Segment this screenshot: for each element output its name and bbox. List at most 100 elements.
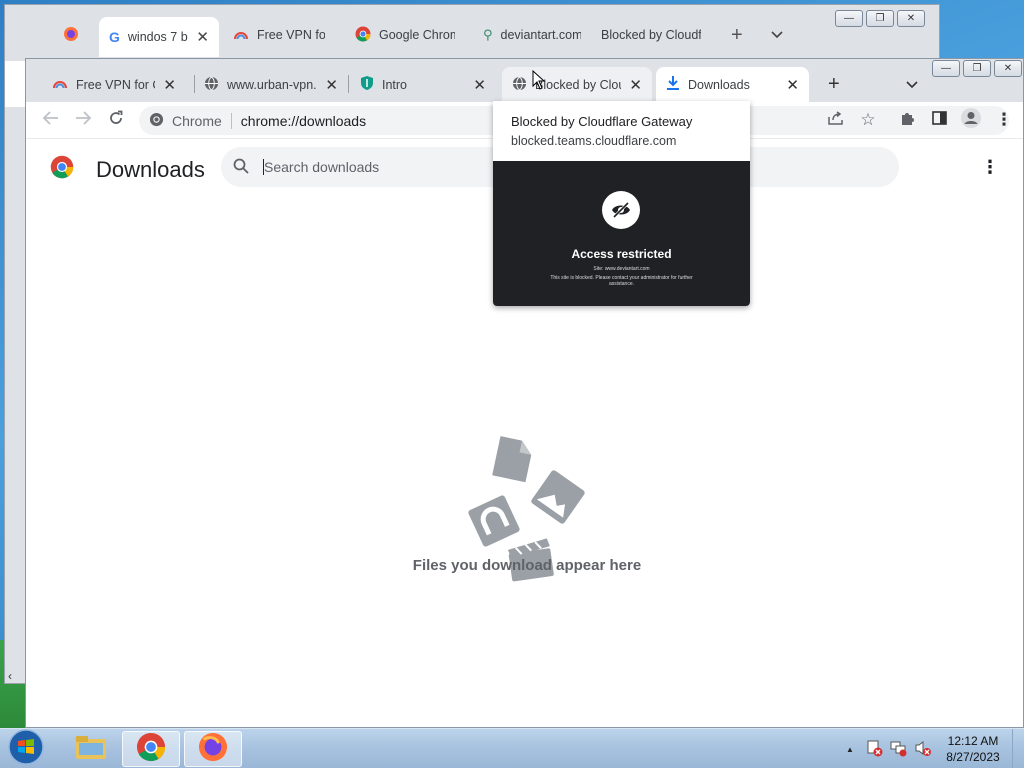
tab-label: Free VPN for C xyxy=(257,28,325,42)
close-tab-icon[interactable]: ✕ xyxy=(473,76,486,94)
tab-urban-vpn[interactable]: www.urban-vpn.c ✕ xyxy=(194,67,348,102)
omnibox-divider xyxy=(230,112,232,129)
chrome-icon xyxy=(136,732,166,767)
plus-icon: + xyxy=(828,73,840,95)
tab-separator xyxy=(348,75,349,93)
clock-time: 12:12 AM xyxy=(947,734,999,748)
restore-icon: ❐ xyxy=(875,13,885,24)
avatar-icon xyxy=(960,107,982,134)
tab-hover-card: Blocked by Cloudflare Gateway blocked.te… xyxy=(493,101,750,306)
tab-downloads[interactable]: Downloads ✕ xyxy=(656,67,809,102)
start-button[interactable] xyxy=(6,728,46,767)
page-title: Downloads xyxy=(96,157,205,182)
extensions-button[interactable] xyxy=(896,108,920,132)
back-button[interactable] xyxy=(39,108,63,132)
tab-firefox[interactable] xyxy=(53,15,101,55)
new-tab-button[interactable]: + xyxy=(818,67,846,102)
plus-icon: + xyxy=(731,23,743,46)
kebab-menu-icon: ⋮ xyxy=(995,110,1013,129)
rainbow-icon xyxy=(233,28,249,43)
close-icon: ✕ xyxy=(906,13,916,24)
tab-free-vpn[interactable]: Free VPN for C xyxy=(223,15,335,55)
globe-icon xyxy=(512,76,527,94)
search-downloads-placeholder: Search downloads xyxy=(264,159,380,175)
firefox-icon xyxy=(198,732,228,767)
new-tab-button[interactable]: + xyxy=(721,15,749,55)
shield-icon xyxy=(360,75,374,94)
tab-label: Free VPN for Chr xyxy=(76,77,155,92)
firefox-icon xyxy=(63,26,79,45)
side-panel-icon xyxy=(931,110,947,130)
hover-card-url: blocked.teams.cloudflare.com xyxy=(511,134,677,148)
tab-blocked-by-cloudflare[interactable]: Blocked by Clouc ✕ xyxy=(502,67,652,102)
chrome-icon xyxy=(355,26,371,45)
taskbar-chrome[interactable] xyxy=(122,731,180,767)
tab-label: www.urban-vpn.c xyxy=(227,77,318,92)
minimize-button[interactable]: — xyxy=(835,10,863,27)
bookmark-star-button[interactable]: ☆ xyxy=(856,108,880,132)
network-tray-icon[interactable] xyxy=(890,739,908,760)
close-tab-icon[interactable]: ✕ xyxy=(786,76,799,94)
close-window-button[interactable]: ✕ xyxy=(897,10,925,27)
hover-card-title: Blocked by Cloudflare Gateway xyxy=(511,114,693,129)
close-window-button[interactable]: ✕ xyxy=(994,60,1022,77)
tab-free-vpn-for-chrome[interactable]: Free VPN for Chr ✕ xyxy=(42,67,186,102)
scroll-left-arrow-icon[interactable]: ‹ xyxy=(8,669,12,683)
rainbow-icon xyxy=(52,77,68,92)
reload-button[interactable] xyxy=(104,108,128,132)
tab-label: Blocked by Clouc xyxy=(535,77,621,92)
close-tab-icon[interactable]: ✕ xyxy=(629,76,642,94)
share-button[interactable] xyxy=(824,108,848,132)
preview-heading: Access restricted xyxy=(571,247,672,261)
profile-button[interactable] xyxy=(959,107,983,134)
close-tab-icon[interactable]: ✕ xyxy=(196,28,209,46)
taskbar-firefox[interactable] xyxy=(184,731,242,767)
taskbar-explorer[interactable] xyxy=(62,731,120,767)
close-tab-icon[interactable]: ✕ xyxy=(163,76,176,94)
tab-label: Blocked by Cloudfl xyxy=(601,28,701,42)
google-g-icon: G xyxy=(109,29,120,45)
globe-icon xyxy=(204,76,219,94)
arrow-right-icon xyxy=(75,110,92,130)
hover-card-preview: Access restricted Site: www.deviantart.c… xyxy=(493,161,750,306)
preview-body-line: This site is blocked. Please contact you… xyxy=(550,275,693,287)
restore-icon: ❐ xyxy=(972,63,982,74)
tab-blocked-cloudflare[interactable]: Blocked by Cloudfl xyxy=(591,15,711,55)
clock-date: 8/27/2023 xyxy=(946,750,1000,764)
download-icon xyxy=(666,75,680,94)
empty-state-message: Files you download appear here xyxy=(412,557,642,574)
chrome-site-icon xyxy=(149,112,164,130)
restore-button[interactable]: ❐ xyxy=(963,60,991,77)
minimize-icon: — xyxy=(844,13,854,24)
tab-windos-7[interactable]: G windos 7 bu ✕ xyxy=(99,17,219,57)
side-panel-button[interactable] xyxy=(927,108,951,132)
audio-icon xyxy=(468,495,520,547)
close-icon: ✕ xyxy=(1003,63,1013,74)
folder-icon xyxy=(75,734,107,765)
star-icon: ☆ xyxy=(860,110,876,129)
volume-tray-icon[interactable] xyxy=(914,739,932,760)
tab-deviantart[interactable]: ⚲ deviantart.com xyxy=(473,15,591,55)
action-center-tray-icon[interactable] xyxy=(866,739,884,760)
front-window-controls: — ❐ ✕ xyxy=(932,60,1022,77)
minimize-icon: — xyxy=(941,63,951,74)
tab-label: deviantart.com xyxy=(500,28,581,42)
tab-search-button[interactable] xyxy=(761,15,791,55)
tab-label: Google Chrom xyxy=(379,28,455,42)
page-menu-button[interactable]: ⋮ xyxy=(981,157,999,178)
system-clock[interactable]: 12:12 AM 8/27/2023 xyxy=(940,733,1006,765)
chevron-down-icon xyxy=(771,26,783,44)
minimize-button[interactable]: — xyxy=(932,60,960,77)
tab-label: Downloads xyxy=(688,77,750,92)
tab-google-chrome[interactable]: Google Chrom xyxy=(345,15,465,55)
restore-button[interactable]: ❐ xyxy=(866,10,894,27)
show-hidden-icons-button[interactable]: ▲ xyxy=(846,741,854,755)
tab-intro[interactable]: Intro ✕ xyxy=(350,67,496,102)
url-text: chrome://downloads xyxy=(240,112,367,129)
chrome-menu-button[interactable]: ⋮ xyxy=(992,108,1016,132)
forward-button[interactable] xyxy=(71,108,95,132)
chrome-logo-icon xyxy=(50,155,74,184)
show-desktop-button[interactable] xyxy=(1012,729,1024,768)
close-tab-icon[interactable]: ✕ xyxy=(325,76,338,94)
tab-search-button[interactable] xyxy=(896,67,924,102)
